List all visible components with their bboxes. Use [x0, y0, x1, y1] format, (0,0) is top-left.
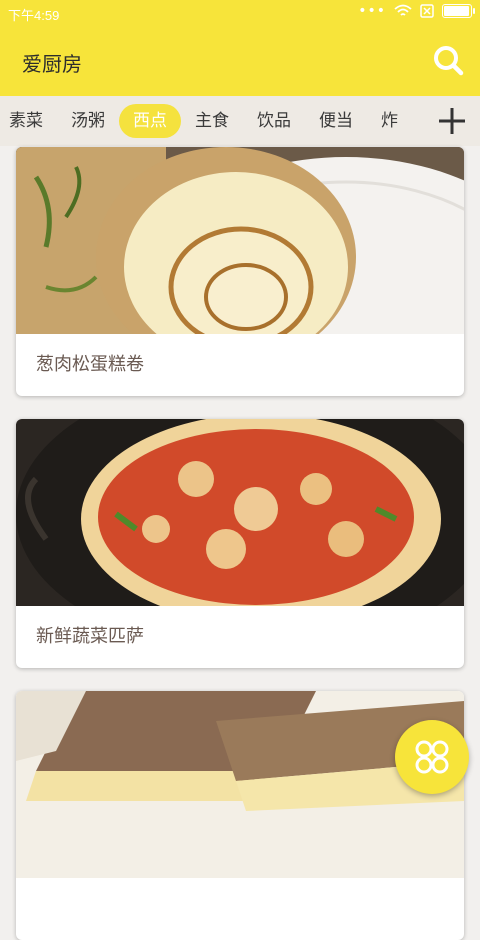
- battery-fill: [444, 6, 469, 16]
- recipe-title: 葱肉松蛋糕卷: [36, 354, 144, 375]
- app-title: 爱厨房: [22, 52, 82, 76]
- tab-soup-porridge[interactable]: 汤粥: [64, 104, 112, 138]
- tab-staple-food[interactable]: 主食: [188, 104, 236, 138]
- battery-icon: [442, 4, 475, 18]
- recipe-card[interactable]: 葱肉松蛋糕卷: [16, 147, 464, 396]
- floating-action-button[interactable]: [395, 720, 469, 794]
- tab-fried[interactable]: 炸: [374, 104, 405, 138]
- recipe-title: [16, 878, 464, 940]
- category-tab-bar: 素菜 汤粥 西点 主食 饮品 便当 炸: [0, 96, 480, 146]
- tab-vegetables[interactable]: 素菜: [2, 104, 50, 138]
- plus-icon: [439, 108, 465, 134]
- status-time: 下午4:59: [8, 8, 60, 23]
- recipe-card[interactable]: [16, 691, 464, 940]
- tab-bento[interactable]: 便当: [312, 104, 360, 138]
- recipe-photo: [16, 147, 464, 334]
- wifi-icon: [394, 4, 412, 16]
- search-icon: [434, 46, 464, 76]
- recipe-card[interactable]: 新鲜蔬菜匹萨: [16, 419, 464, 668]
- add-category-button[interactable]: [424, 96, 480, 146]
- sim-icon: [420, 4, 434, 18]
- clover-icon: [415, 740, 449, 774]
- status-bar: 下午4:59 •••: [0, 0, 480, 26]
- status-icons: •••: [358, 3, 475, 19]
- app-toolbar: 爱厨房: [0, 26, 480, 96]
- recipe-photo: [16, 691, 464, 878]
- recipe-photo: [16, 419, 464, 606]
- status-dots: •••: [358, 3, 386, 19]
- category-tabs: 素菜 汤粥 西点 主食 饮品 便当 炸: [0, 104, 419, 138]
- recipe-title: 新鲜蔬菜匹萨: [36, 626, 144, 647]
- tab-drinks[interactable]: 饮品: [250, 104, 298, 138]
- search-button[interactable]: [424, 36, 472, 84]
- tab-western-pastry[interactable]: 西点: [119, 104, 181, 138]
